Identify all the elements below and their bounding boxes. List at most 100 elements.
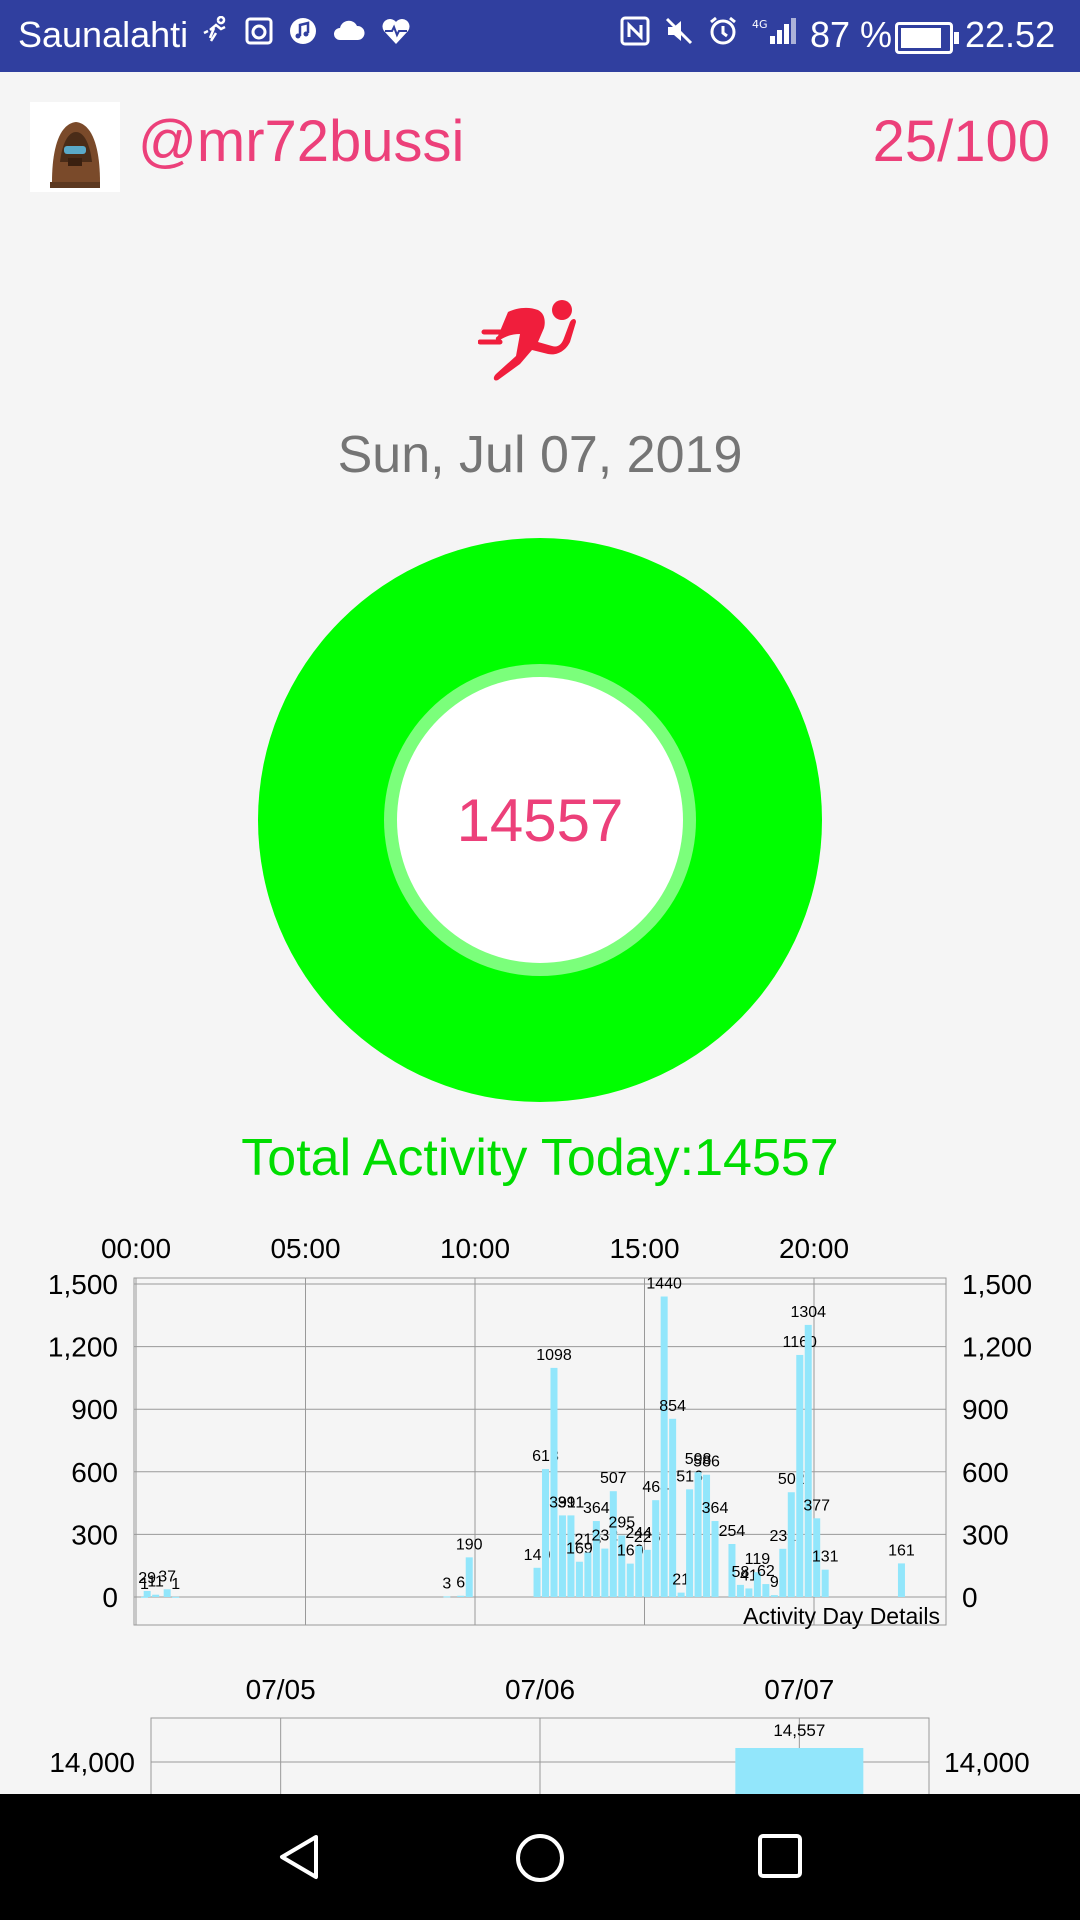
bar-value-label: 507 xyxy=(600,1470,627,1487)
bar-value-label: 1304 xyxy=(790,1304,826,1321)
hourly-activity-chart[interactable]: 0 0 300 300 600 600 900 900 1,200 1,200 1,500 1,500… xyxy=(0,1210,1080,1630)
y-tick-label-left: 0 xyxy=(102,1582,118,1613)
hourly-bar xyxy=(550,1367,558,1597)
hourly-bar xyxy=(821,1569,829,1597)
ring-value: 14557 xyxy=(456,786,624,854)
notification-icons xyxy=(200,15,412,54)
hourly-bar xyxy=(601,1548,609,1597)
hourly-bar xyxy=(584,1552,592,1597)
y-tick-label-left: 300 xyxy=(71,1519,118,1550)
username: @mr72bussi xyxy=(138,109,465,174)
hourly-bar xyxy=(143,1590,151,1597)
signal-4g-icon: 4G xyxy=(752,16,800,54)
daily-activity-chart[interactable]: 07/05 07/06 07/07 14,000 14,000 14,557 xyxy=(0,1650,1080,1794)
chart-description: Activity Day Details xyxy=(743,1603,940,1629)
bar-value-label: 1098 xyxy=(536,1347,572,1364)
running-icon xyxy=(200,15,230,54)
bar-value-label: 854 xyxy=(659,1398,686,1415)
bar-value-label: 254 xyxy=(719,1523,746,1540)
avatar[interactable] xyxy=(30,102,120,192)
hourly-bar xyxy=(736,1584,744,1597)
nfc-icon xyxy=(620,16,650,54)
runner-icon xyxy=(477,290,598,395)
hourly-bar xyxy=(796,1354,804,1597)
cloud-icon xyxy=(332,16,366,54)
hourly-bar xyxy=(643,1549,651,1597)
bar-value-label: 161 xyxy=(888,1542,915,1559)
bar-value-label: 364 xyxy=(583,1500,610,1517)
alarm-icon xyxy=(708,16,738,54)
hourly-bar xyxy=(172,1596,180,1598)
back-button[interactable] xyxy=(274,1832,324,1882)
hourly-bar xyxy=(677,1592,685,1597)
hourly-bar xyxy=(770,1595,778,1597)
x-tick-label: 15:00 xyxy=(609,1233,679,1264)
hourly-bar xyxy=(465,1557,473,1597)
hourly-bar xyxy=(694,1472,702,1597)
hourly-bar xyxy=(152,1594,160,1597)
hourly-bar xyxy=(652,1500,660,1597)
x-tick-label: 10:00 xyxy=(440,1233,510,1264)
y-tick-label-right: 900 xyxy=(962,1394,1009,1425)
status-bar: Saunalahti 4G 87 % 22.52 xyxy=(0,0,1080,72)
bar-value-label: 190 xyxy=(456,1536,483,1553)
y-tick-label-left: 14,000 xyxy=(49,1747,135,1778)
hourly-bar xyxy=(897,1563,905,1597)
clock: 22.52 xyxy=(965,14,1056,55)
bar-value-label: 3 xyxy=(442,1575,451,1592)
bar-value-label: 1160 xyxy=(783,1334,818,1351)
hourly-bar xyxy=(669,1418,677,1597)
hourly-bar xyxy=(686,1489,694,1597)
hourly-bar xyxy=(635,1546,643,1597)
y-tick-label-right: 300 xyxy=(962,1519,1009,1550)
score-counter: 25/100 xyxy=(872,109,1050,174)
hourly-bar xyxy=(745,1588,753,1597)
hourly-bar xyxy=(660,1296,668,1597)
bar-value-label: 1440 xyxy=(646,1276,682,1293)
x-tick-label: 20:00 xyxy=(779,1233,849,1264)
system-icons: 4G xyxy=(620,16,800,54)
hourly-bar xyxy=(703,1474,711,1597)
svg-text:4G: 4G xyxy=(752,18,768,31)
x-tick-label: 07/07 xyxy=(764,1674,834,1705)
y-tick-label-right: 1,500 xyxy=(962,1269,1032,1300)
y-tick-label-right: 0 xyxy=(962,1582,978,1613)
hourly-bar xyxy=(457,1595,465,1597)
bar-value-label: 6 xyxy=(456,1575,465,1592)
y-tick-label-right: 600 xyxy=(962,1457,1009,1488)
total-activity-label: Total Activity Today:14557 xyxy=(241,1129,839,1187)
hourly-bar xyxy=(762,1584,770,1597)
y-tick-label-left: 900 xyxy=(71,1394,118,1425)
hourly-bar xyxy=(711,1521,719,1597)
hourly-bar xyxy=(443,1596,451,1598)
y-tick-label-right: 1,200 xyxy=(962,1332,1032,1363)
hourly-bar xyxy=(609,1491,617,1597)
navigation-bar xyxy=(0,1794,1080,1920)
bar-value-label: 131 xyxy=(812,1549,839,1566)
hourly-bar xyxy=(804,1324,812,1597)
battery-level xyxy=(901,28,941,48)
hooded-character-icon xyxy=(30,102,120,192)
bar-value-label: 586 xyxy=(693,1454,720,1471)
bar-value-label: 14,557 xyxy=(773,1721,825,1740)
x-tick-label: 07/06 xyxy=(505,1674,575,1705)
bar-value-label: 9 xyxy=(770,1574,779,1591)
y-tick-label-left: 600 xyxy=(71,1457,118,1488)
x-tick-label: 07/05 xyxy=(246,1674,316,1705)
mute-icon xyxy=(664,16,694,54)
hourly-bar xyxy=(542,1469,550,1597)
x-tick-label: 00:00 xyxy=(101,1233,171,1264)
activity-date: Sun, Jul 07, 2019 xyxy=(337,426,743,484)
home-button[interactable] xyxy=(514,1832,566,1884)
y-tick-label-left: 1,200 xyxy=(48,1332,118,1363)
hourly-bar xyxy=(626,1563,634,1597)
bar-value-label: 364 xyxy=(702,1500,729,1517)
hourly-bar xyxy=(575,1561,583,1597)
recents-button[interactable] xyxy=(756,1832,804,1880)
y-tick-label-left: 1,500 xyxy=(48,1269,118,1300)
hourly-bar xyxy=(533,1567,541,1597)
bar-value-label: 1 xyxy=(171,1576,180,1593)
hourly-bar xyxy=(163,1589,171,1597)
hourly-bar xyxy=(779,1548,787,1597)
battery-icon xyxy=(895,22,959,54)
